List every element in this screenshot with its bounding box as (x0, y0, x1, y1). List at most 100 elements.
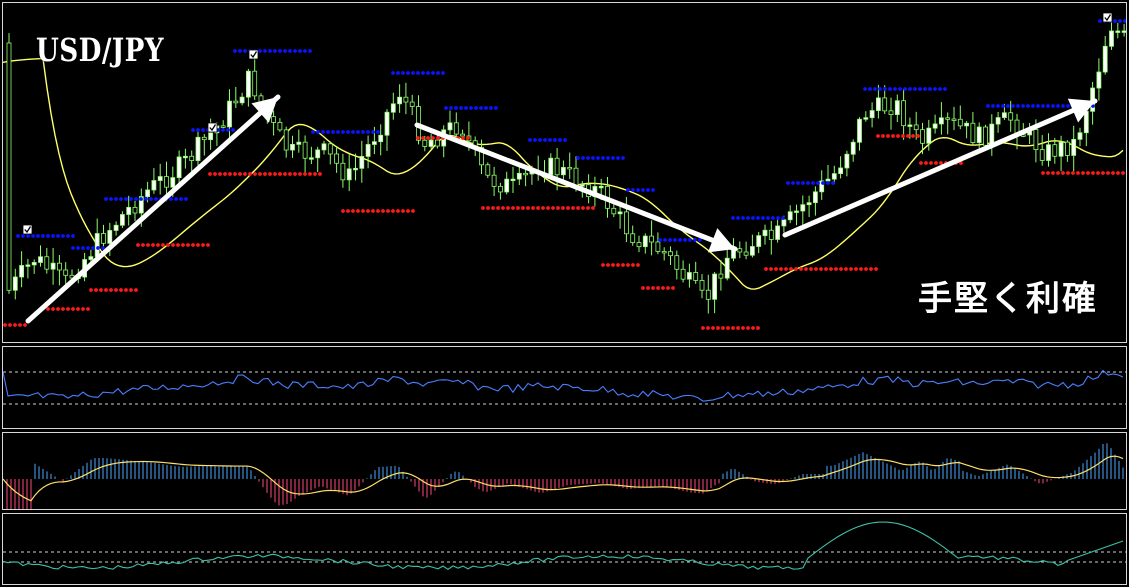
resistance-dot (21, 234, 25, 238)
candle-body (831, 173, 837, 180)
resistance-dot (673, 238, 677, 242)
resistance-dot (811, 181, 815, 185)
candle-body (844, 153, 850, 169)
candle-body (233, 100, 239, 104)
resistance-dot (316, 130, 320, 134)
support-dot (136, 243, 140, 247)
candle-body (315, 149, 321, 159)
resistance-dot (918, 87, 922, 91)
resistance-dot (479, 106, 483, 110)
resistance-dot (238, 49, 242, 53)
resistance-dot (139, 197, 143, 201)
support-dot (18, 323, 22, 327)
resistance-dot (1061, 104, 1065, 108)
support-dot (934, 161, 938, 165)
candle-body (1058, 141, 1064, 157)
support-dot (804, 267, 808, 271)
support-dot (1066, 171, 1070, 175)
resistance-dot (1051, 104, 1055, 108)
support-dot (298, 172, 302, 176)
candle-body (668, 251, 673, 257)
candle-body (1033, 129, 1039, 150)
support-dot (789, 267, 793, 271)
checkbox-checked-icon (248, 49, 259, 60)
candle-body (296, 141, 302, 145)
candle-body (346, 168, 352, 181)
candle-body (598, 185, 604, 189)
support-dot (1106, 171, 1110, 175)
resistance-dot (776, 216, 780, 220)
resistance-dot (258, 49, 262, 53)
resistance-dot (231, 128, 235, 132)
support-dot (134, 288, 138, 292)
candle-body (869, 110, 875, 119)
oscillator-pane-3[interactable] (2, 513, 1127, 585)
resistance-dot (331, 130, 335, 134)
support-dot (726, 326, 730, 330)
candle-body (567, 167, 573, 170)
support-dot (496, 206, 500, 210)
oscillator-pane-2[interactable] (2, 432, 1127, 510)
resistance-dot (109, 197, 113, 201)
support-dot (381, 209, 385, 213)
support-dot (171, 243, 175, 247)
support-dot (3, 323, 7, 327)
support-dot (1121, 171, 1125, 175)
support-dot (466, 136, 470, 140)
oscillator-pane-1[interactable] (2, 346, 1127, 429)
resistance-dot (376, 130, 380, 134)
candle-body (132, 206, 138, 214)
support-dot (51, 307, 55, 311)
support-dot (506, 206, 510, 210)
candle-body (705, 289, 711, 300)
support-dot (859, 267, 863, 271)
resistance-dot (986, 104, 990, 108)
support-dot (1071, 171, 1075, 175)
candle-body (19, 265, 25, 278)
support-dot (701, 326, 705, 330)
candle-body (976, 126, 982, 143)
support-dot (46, 307, 50, 311)
resistance-dot (134, 197, 138, 201)
oscillator-1-line (3, 369, 1124, 402)
candle-body (1077, 132, 1083, 140)
support-dot (671, 286, 675, 290)
candle-body (182, 155, 188, 159)
resistance-dot (688, 238, 692, 242)
resistance-dot (71, 234, 75, 238)
resistance-dot (543, 138, 547, 142)
resistance-dot (1016, 104, 1020, 108)
candle-body (252, 70, 258, 97)
support-dot (876, 134, 880, 138)
candle-body (624, 211, 629, 235)
support-dot (591, 206, 595, 210)
candle-body (359, 156, 365, 169)
support-dot (764, 267, 768, 271)
support-dot (1096, 171, 1100, 175)
candle-body (390, 103, 396, 113)
candle-body (932, 123, 938, 129)
resistance-dot (293, 49, 297, 53)
resistance-dot (646, 188, 650, 192)
resistance-dot (114, 197, 118, 201)
support-dot (109, 288, 113, 292)
resistance-dot (86, 246, 90, 250)
resistance-dot (459, 106, 463, 110)
resistance-dot (81, 246, 85, 250)
support-dot (146, 243, 150, 247)
support-dot (129, 288, 133, 292)
support-dot (799, 267, 803, 271)
resistance-dot (786, 181, 790, 185)
resistance-dot (441, 71, 445, 75)
candle-body (636, 242, 642, 248)
candle-body (1065, 141, 1070, 156)
resistance-dot (903, 87, 907, 91)
resistance-dot (741, 216, 745, 220)
support-dot (1051, 171, 1055, 175)
candle-body (554, 157, 560, 176)
resistance-dot (908, 87, 912, 91)
candle-body (964, 122, 969, 127)
price-chart-pane[interactable]: USD/JPY 手堅く利確 (2, 2, 1127, 343)
support-dot (411, 209, 415, 213)
candle-body (781, 219, 787, 227)
